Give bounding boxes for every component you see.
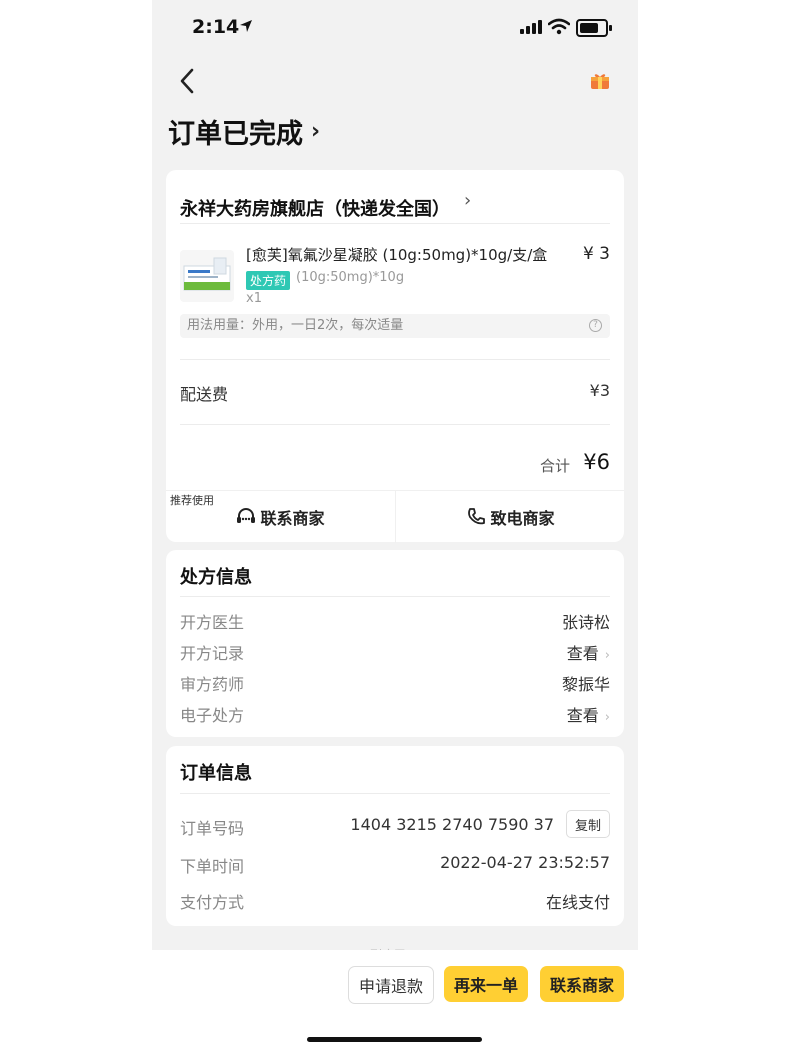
divider (180, 793, 610, 794)
chevron-right-icon[interactable]: › (464, 190, 471, 211)
chevron-right-icon: › (604, 710, 610, 725)
chevron-right-icon: › (311, 119, 321, 144)
merchant-actions: 联系商家 致电商家 (166, 490, 624, 543)
recommend-tag: 推荐使用 (170, 494, 214, 507)
signal-icon (520, 20, 542, 34)
request-refund-label: 申请退款 (358, 977, 423, 996)
help-icon[interactable]: ? (589, 319, 602, 332)
call-merchant-button[interactable]: 致电商家 (396, 491, 625, 543)
phone-icon (468, 508, 486, 525)
payment-method-label: 支付方式 (180, 893, 245, 912)
chevron-right-icon: › (604, 648, 610, 663)
page-title[interactable]: 订单已完成 › (168, 112, 320, 151)
order-time-value: 2022-04-27 23:52:57 (440, 853, 610, 872)
gift-box-icon[interactable] (590, 72, 610, 90)
request-refund-button[interactable]: 申请退款 (348, 966, 434, 1004)
contact-merchant-footer-label: 联系商家 (549, 976, 614, 995)
divider (180, 424, 610, 425)
home-indicator[interactable] (307, 1037, 482, 1042)
product-price: ¥ 3 (582, 244, 610, 264)
headset-icon (237, 508, 256, 523)
contact-merchant-footer-button[interactable]: 联系商家 (540, 966, 624, 1002)
copy-button[interactable]: 复制 (566, 810, 610, 838)
order-number-label: 订单号码 (180, 819, 245, 838)
total-label: 合计 (539, 457, 570, 475)
shop-name[interactable]: 永祥大药房旗舰店（快递发全国） (180, 195, 450, 221)
battery-icon (576, 19, 612, 37)
doctor-label: 开方医生 (180, 613, 245, 632)
product-thumbnail[interactable] (180, 250, 234, 302)
usage-text: 用法用量：外用，一日2次，每次适量 (187, 318, 404, 333)
prescription-drug-badge: 处方药 (246, 271, 291, 290)
order-card: 永祥大药房旗舰店（快递发全国） › [愈芙]氧氟沙星凝胶 (10g:50mg)*… (166, 170, 624, 543)
pharmacist-label: 审方药师 (180, 675, 245, 694)
phone-screen: 2:14 订单已完成 › 永祥大药房旗舰店（快递发全国） › [愈芙]氧氟沙星凝… (152, 0, 638, 956)
delivery-fee-value: ¥3 (589, 381, 610, 400)
reorder-label: 再来一单 (453, 976, 518, 995)
call-merchant-label: 致电商家 (490, 509, 555, 528)
status-bar: 2:14 (152, 0, 638, 56)
e-prescription-label: 电子处方 (180, 706, 245, 725)
divider (180, 359, 610, 360)
medicine-box-icon (183, 257, 231, 291)
payment-method-value: 在线支付 (545, 893, 610, 912)
e-prescription-link[interactable]: 查看 › (567, 702, 610, 726)
product-quantity: x1 (246, 291, 262, 306)
delivery-fee-label: 配送费 (180, 385, 229, 404)
section-title: 处方信息 (180, 567, 252, 588)
divider (180, 223, 610, 224)
pharmacist-value: 黎振华 (561, 675, 610, 694)
location-arrow-icon (240, 20, 252, 32)
usage-note: 用法用量：外用，一日2次，每次适量 ? (180, 314, 610, 338)
contact-merchant-label: 联系商家 (260, 509, 325, 528)
product-spec: (10g:50mg)*10g (296, 270, 405, 285)
wifi-icon (548, 18, 570, 35)
order-time-label: 下单时间 (180, 857, 245, 876)
doctor-value: 张诗松 (561, 613, 610, 632)
prescription-record-value: 查看 (566, 644, 599, 663)
order-info-card: 订单信息 订单号码 1404 3215 2740 7590 37 复制 下单时间… (166, 746, 624, 926)
reorder-button[interactable]: 再来一单 (444, 966, 528, 1002)
section-title: 订单信息 (180, 763, 252, 784)
product-name[interactable]: [愈芙]氧氟沙星凝胶 (10g:50mg)*10g/支/盒 (246, 244, 547, 265)
total-value: ¥6 (583, 450, 610, 474)
divider (180, 596, 610, 597)
e-prescription-value: 查看 (566, 706, 599, 725)
prescription-record-link[interactable]: 查看 › (567, 640, 610, 664)
order-number-value: 1404 3215 2740 7590 37 (350, 815, 554, 834)
prescription-record-label: 开方记录 (180, 644, 245, 663)
copy-label: 复制 (574, 818, 601, 834)
back-arrow-icon[interactable] (176, 66, 200, 96)
page-title-text: 订单已完成 (168, 119, 303, 150)
status-time: 2:14 (192, 16, 240, 38)
prescription-card: 处方信息 开方医生 张诗松 开方记录 查看 › 审方药师 黎振华 电子处方 查看 › (166, 550, 624, 737)
